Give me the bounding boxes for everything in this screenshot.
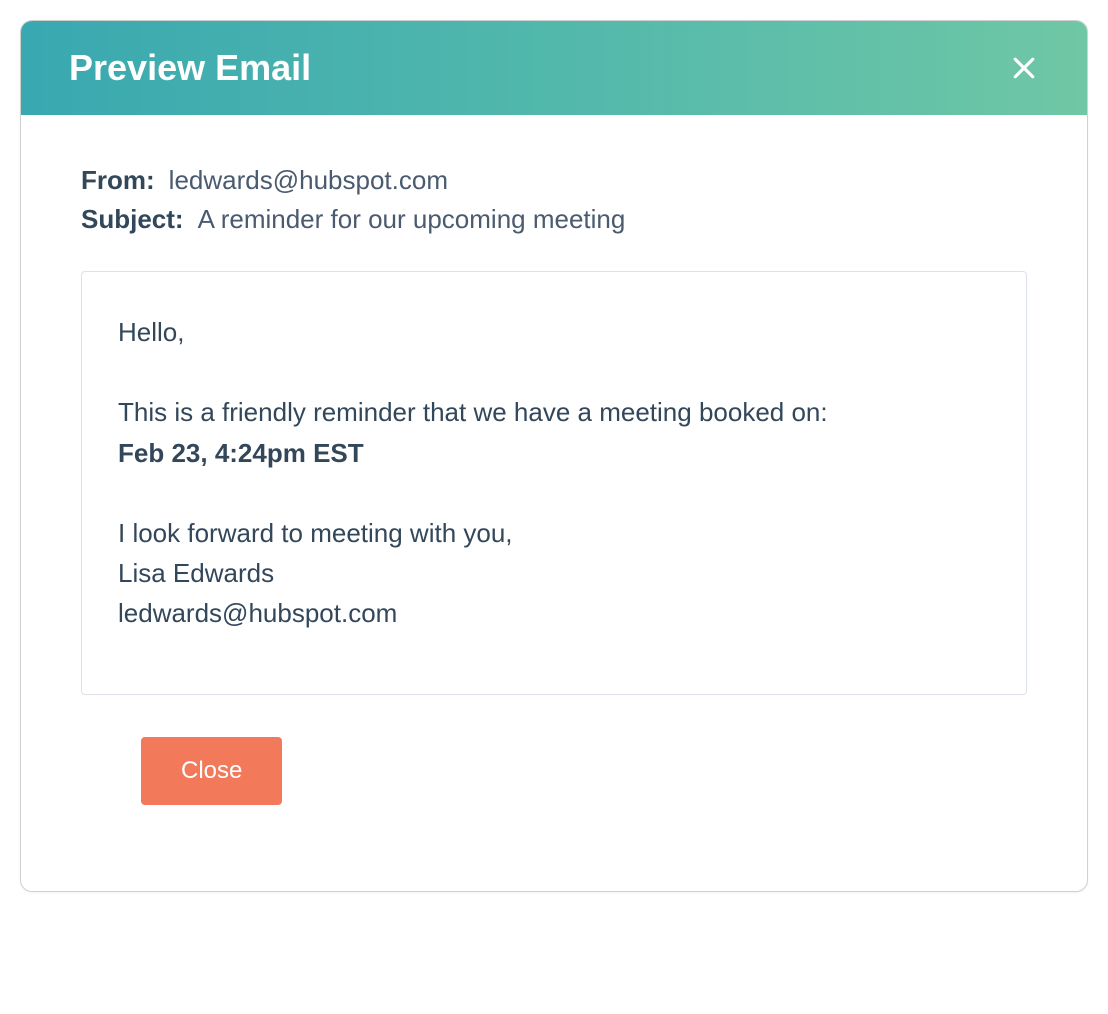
signature-name: Lisa Edwards bbox=[118, 553, 990, 593]
from-row: From: ledwards@hubspot.com bbox=[81, 165, 1027, 196]
body-closing: I look forward to meeting with you, bbox=[118, 513, 990, 553]
body-datetime: Feb 23, 4:24pm EST bbox=[118, 433, 990, 473]
modal-body: From: ledwards@hubspot.com Subject: A re… bbox=[21, 115, 1087, 891]
from-value: ledwards@hubspot.com bbox=[169, 165, 448, 196]
modal-footer: Close bbox=[81, 737, 1027, 851]
body-line-1: This is a friendly reminder that we have… bbox=[118, 392, 990, 432]
modal-title: Preview Email bbox=[69, 47, 311, 89]
from-label: From: bbox=[81, 165, 155, 196]
preview-email-modal: Preview Email From: ledwards@hubspot.com… bbox=[20, 20, 1088, 892]
body-greeting: Hello, bbox=[118, 312, 990, 352]
subject-value: A reminder for our upcoming meeting bbox=[198, 204, 626, 235]
close-icon[interactable] bbox=[1009, 53, 1039, 83]
subject-row: Subject: A reminder for our upcoming mee… bbox=[81, 204, 1027, 235]
close-button[interactable]: Close bbox=[141, 737, 282, 805]
signature-email: ledwards@hubspot.com bbox=[118, 593, 990, 633]
email-body: Hello, This is a friendly reminder that … bbox=[81, 271, 1027, 695]
subject-label: Subject: bbox=[81, 204, 184, 235]
modal-header: Preview Email bbox=[21, 21, 1087, 115]
